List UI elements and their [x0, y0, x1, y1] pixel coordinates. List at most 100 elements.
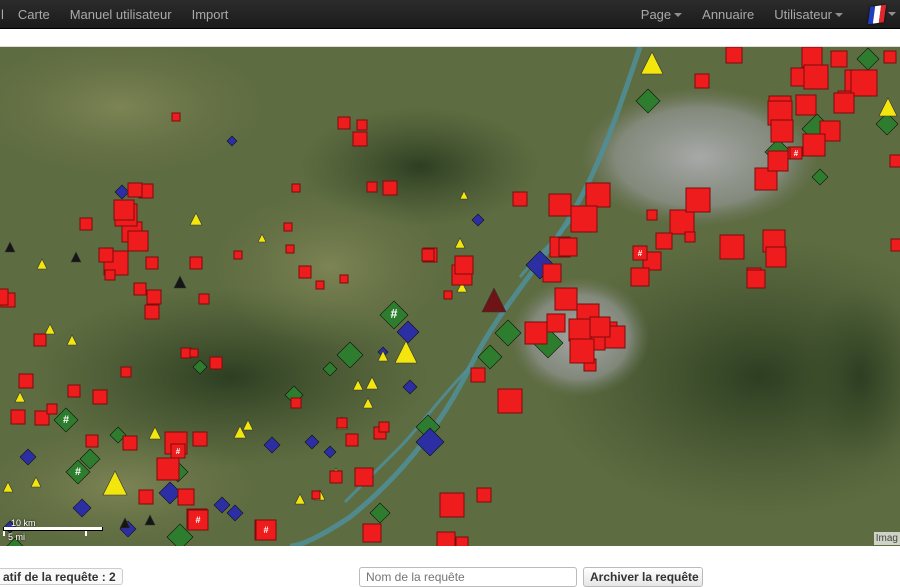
- site-marker-square[interactable]: [233, 250, 243, 260]
- site-marker-square[interactable]: [685, 187, 711, 213]
- site-marker-square[interactable]: [298, 265, 312, 279]
- site-marker-square[interactable]: [589, 316, 611, 338]
- site-marker-square[interactable]: [18, 373, 34, 389]
- nav-item-manuel[interactable]: Manuel utilisateur: [60, 7, 182, 22]
- site-marker-square[interactable]: [889, 154, 900, 168]
- site-marker-square[interactable]: [133, 282, 147, 296]
- site-marker-square[interactable]: [421, 248, 435, 262]
- site-marker-square[interactable]: [833, 92, 855, 114]
- site-marker-square[interactable]: [669, 209, 695, 235]
- site-marker-square[interactable]: [146, 289, 162, 305]
- site-marker-square[interactable]: [127, 182, 143, 198]
- site-marker-square[interactable]: [171, 112, 181, 122]
- site-marker-square[interactable]: [570, 205, 598, 233]
- nav-edge-item[interactable]: l: [0, 7, 8, 22]
- site-marker-square[interactable]: [655, 232, 673, 250]
- site-marker-square[interactable]: [770, 119, 794, 143]
- site-marker-square[interactable]: [156, 457, 180, 481]
- site-marker-square[interactable]: [209, 356, 223, 370]
- site-marker-square[interactable]: [366, 181, 378, 193]
- site-marker-square[interactable]: [546, 313, 566, 333]
- site-marker-square[interactable]: [554, 287, 578, 311]
- site-marker-square[interactable]: [145, 256, 159, 270]
- site-marker-square[interactable]: [285, 244, 295, 254]
- site-marker-square[interactable]: [120, 366, 132, 378]
- site-marker-square[interactable]: [436, 531, 456, 546]
- site-marker-square[interactable]: [684, 231, 696, 243]
- site-marker-square[interactable]: [585, 182, 611, 208]
- site-marker-square[interactable]: [79, 217, 93, 231]
- site-marker-square[interactable]: [354, 467, 374, 487]
- site-marker-square[interactable]: [189, 348, 199, 358]
- site-marker-square[interactable]: [719, 234, 745, 260]
- site-marker-square[interactable]: [198, 293, 210, 305]
- map-layer[interactable]: # # # # # # # #: [0, 47, 900, 546]
- site-marker-square[interactable]: [558, 237, 578, 257]
- site-marker-square[interactable]: [455, 536, 469, 546]
- site-marker-square[interactable]: [127, 230, 149, 252]
- site-marker-square[interactable]: [725, 47, 743, 64]
- site-marker-square[interactable]: [138, 489, 154, 505]
- site-marker-square[interactable]: [362, 523, 382, 543]
- site-marker-square[interactable]: [568, 318, 592, 342]
- site-marker-square[interactable]: [92, 389, 108, 405]
- site-marker-square[interactable]: [548, 193, 572, 217]
- site-marker-square[interactable]: [356, 119, 368, 131]
- site-marker-square[interactable]: [476, 487, 492, 503]
- query-name-input[interactable]: [359, 567, 577, 587]
- site-marker-square[interactable]: [378, 421, 390, 433]
- site-marker-square[interactable]: [830, 50, 848, 68]
- site-marker-square[interactable]: [694, 73, 710, 89]
- site-marker-square[interactable]: [189, 256, 203, 270]
- site-marker-square[interactable]: [291, 183, 301, 193]
- site-marker-square[interactable]: [98, 247, 114, 263]
- site-marker-square[interactable]: [144, 304, 160, 320]
- site-marker-square[interactable]: [337, 116, 351, 130]
- nav-item-import[interactable]: Import: [182, 7, 239, 22]
- nav-item-carte[interactable]: Carte: [8, 7, 60, 22]
- site-marker-square[interactable]: [890, 238, 900, 252]
- site-marker-square[interactable]: [177, 488, 195, 506]
- site-marker-square[interactable]: [336, 417, 348, 429]
- site-marker-square[interactable]: [765, 246, 787, 268]
- site-marker-square[interactable]: [290, 397, 302, 409]
- site-marker-square[interactable]: [801, 47, 823, 68]
- site-marker-square[interactable]: [497, 388, 523, 414]
- site-marker-square[interactable]: [46, 403, 58, 415]
- site-marker-square[interactable]: [192, 431, 208, 447]
- nav-user-menu[interactable]: Utilisateur: [764, 7, 853, 22]
- site-marker-square[interactable]: [67, 384, 81, 398]
- site-marker-square[interactable]: [524, 321, 548, 345]
- site-marker-square[interactable]: [439, 492, 465, 518]
- site-marker-square[interactable]: [569, 338, 595, 364]
- site-marker-square[interactable]: [10, 409, 26, 425]
- site-marker-square[interactable]: [352, 131, 368, 147]
- site-marker-square[interactable]: [122, 435, 138, 451]
- site-marker-square[interactable]: [382, 180, 398, 196]
- site-marker-square[interactable]: [85, 434, 99, 448]
- site-marker-square[interactable]: [33, 333, 47, 347]
- site-marker-square[interactable]: [542, 263, 562, 283]
- satellite-map[interactable]: # # # # # # # # 10 km 5 mi Imag: [0, 47, 900, 546]
- site-marker-square[interactable]: [104, 269, 116, 281]
- site-marker-square[interactable]: [646, 209, 658, 221]
- nav-item-annuaire[interactable]: Annuaire: [692, 7, 764, 22]
- site-marker-square[interactable]: [630, 267, 650, 287]
- site-marker-square[interactable]: [329, 470, 343, 484]
- map-attribution[interactable]: Imag: [873, 532, 900, 545]
- site-marker-square[interactable]: [315, 280, 325, 290]
- site-marker-square[interactable]: [795, 94, 817, 116]
- site-marker-square[interactable]: [802, 133, 826, 157]
- site-marker-square[interactable]: [454, 255, 474, 275]
- nav-page-menu[interactable]: Page: [631, 7, 692, 22]
- site-marker-square[interactable]: [339, 274, 349, 284]
- site-marker-square[interactable]: [767, 150, 789, 172]
- archive-query-button[interactable]: Archiver la requête: [583, 567, 703, 587]
- site-marker-square[interactable]: [883, 50, 897, 64]
- site-marker-square[interactable]: [0, 288, 9, 306]
- site-marker-square[interactable]: [443, 290, 453, 300]
- site-marker-square[interactable]: [311, 490, 321, 500]
- site-marker-square[interactable]: [283, 222, 293, 232]
- site-marker-square[interactable]: [113, 199, 135, 221]
- site-marker-square[interactable]: [512, 191, 528, 207]
